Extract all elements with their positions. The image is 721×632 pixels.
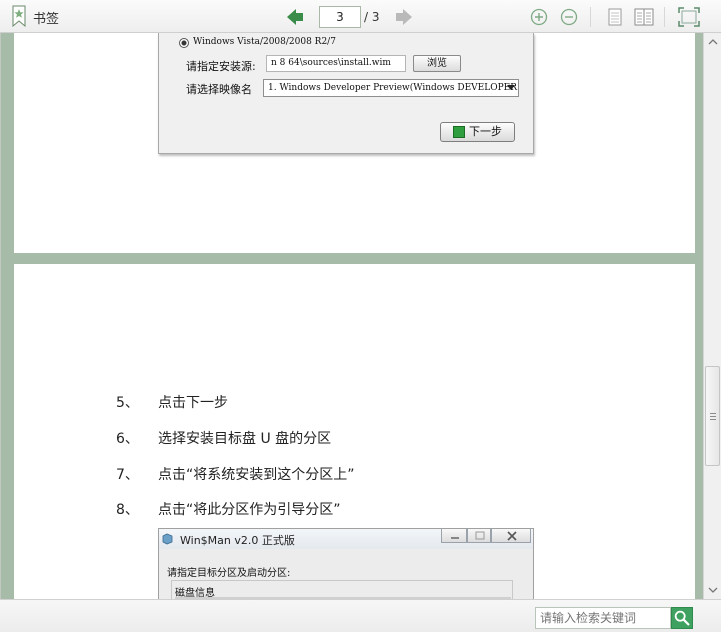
dialog-title-bar: Win$Man v2.0 正式版 — [159, 529, 533, 549]
grip-line — [710, 416, 716, 417]
scrollbar-thumb[interactable] — [705, 366, 720, 466]
single-page-icon[interactable] — [607, 8, 623, 26]
os-radio — [179, 38, 189, 48]
document-page: 5、 点击下一步 6、 选择安装目标盘 U 盘的分区 7、 点击“将系统安装到这… — [14, 264, 695, 599]
image-select: 1. Windows Developer Preview(Windows DEV… — [263, 79, 519, 97]
source-field: n 8 64\sources\install.wim — [266, 55, 406, 72]
step-number: 8、 — [116, 502, 139, 518]
step-text: 点击“将系统安装到这个分区上” — [158, 467, 355, 483]
search-icon — [674, 610, 690, 626]
step-text: 选择安装目标盘 U 盘的分区 — [158, 431, 332, 447]
minimize-icon — [441, 529, 467, 543]
install-dialog-screenshot: Windows Vista/2008/2008 R2/7 请指定安装源: n 8… — [158, 33, 534, 154]
browse-button: 浏览 — [413, 55, 461, 72]
step-text: 点击“将此分区作为引导分区” — [158, 502, 341, 518]
next-arrow-icon — [453, 126, 465, 138]
step-number: 6、 — [116, 431, 139, 447]
vertical-scrollbar[interactable] — [703, 33, 721, 599]
page-total: / 3 — [364, 10, 380, 24]
image-select-value: 1. Windows Developer Preview(Windows DEV… — [268, 83, 518, 93]
toolbar: 书签 / 3 — [0, 0, 721, 33]
source-label: 请指定安装源: — [186, 60, 256, 73]
search-input[interactable] — [535, 607, 671, 629]
app-icon — [162, 533, 173, 545]
toolbar-separator — [664, 7, 665, 27]
search-button[interactable] — [671, 607, 693, 629]
double-page-icon[interactable] — [634, 8, 654, 26]
close-icon — [491, 529, 531, 543]
partition-prompt: 请指定目标分区及启动分区: — [167, 568, 291, 579]
next-step-button: 下一步 — [440, 122, 515, 142]
next-step-label: 下一步 — [469, 125, 502, 138]
step-number: 7、 — [116, 467, 139, 483]
page-number-input[interactable] — [319, 6, 361, 28]
scroll-up-icon[interactable] — [705, 34, 721, 50]
maximize-icon — [467, 529, 491, 543]
zoom-out-icon[interactable] — [560, 8, 578, 26]
disk-info-group: 磁盘信息 — [171, 580, 513, 599]
fullscreen-icon[interactable] — [678, 7, 700, 27]
chevron-down-icon — [507, 85, 515, 90]
dialog-title: Win$Man v2.0 正式版 — [180, 534, 295, 547]
scroll-down-icon[interactable] — [705, 582, 721, 598]
document-viewport[interactable]: Windows Vista/2008/2008 R2/7 请指定安装源: n 8… — [0, 33, 703, 599]
bookmark-icon[interactable] — [11, 5, 27, 27]
step-text: 点击下一步 — [158, 395, 228, 411]
zoom-in-icon[interactable] — [530, 8, 548, 26]
bookmark-label[interactable]: 书签 — [33, 8, 59, 27]
step-number: 5、 — [116, 395, 139, 411]
toolbar-separator — [590, 7, 591, 27]
grip-line — [710, 419, 716, 420]
grip-line — [710, 413, 716, 414]
prev-page-icon[interactable] — [286, 8, 304, 26]
os-radio-label: Windows Vista/2008/2008 R2/7 — [193, 37, 336, 47]
image-label: 请选择映像名 — [186, 83, 252, 96]
next-page-icon[interactable] — [395, 8, 413, 26]
partition-dialog-screenshot: Win$Man v2.0 正式版 请指定目标分区及启动分区: 磁盘信息 — [158, 528, 534, 599]
document-page: Windows Vista/2008/2008 R2/7 请指定安装源: n 8… — [14, 33, 695, 253]
status-bar — [0, 599, 721, 632]
